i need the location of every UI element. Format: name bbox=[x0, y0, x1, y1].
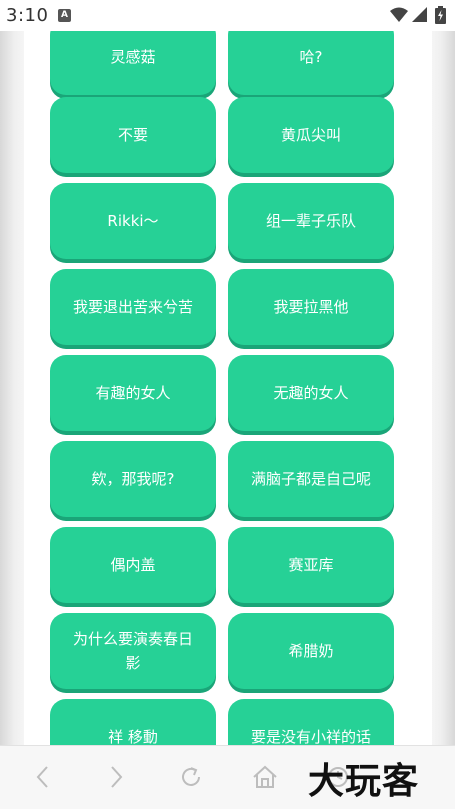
sound-button[interactable]: 希腊奶 bbox=[228, 613, 394, 689]
back-icon[interactable] bbox=[34, 765, 52, 789]
reload-icon[interactable] bbox=[179, 765, 203, 789]
sound-button[interactable]: 要是没有小祥的话 bbox=[228, 699, 394, 745]
sound-button[interactable]: 黄瓜尖叫 bbox=[228, 97, 394, 173]
browser-toolbar: 大玩客 bbox=[0, 745, 455, 809]
sound-button[interactable]: 无趣的女人 bbox=[228, 355, 394, 431]
sound-button[interactable]: 祥 移動 bbox=[50, 699, 216, 745]
sound-button-grid[interactable]: 灵感菇 哈? 不要 黄瓜尖叫 Rikki～ 组一辈子乐队 我要退出苦来兮苦 我要… bbox=[24, 31, 432, 745]
page-margin-left bbox=[0, 31, 24, 745]
sound-button[interactable]: 欸，那我呢? bbox=[50, 441, 216, 517]
status-bar: 3:10 A bbox=[0, 0, 455, 31]
sound-button[interactable]: 有趣的女人 bbox=[50, 355, 216, 431]
battery-charging-icon bbox=[435, 6, 446, 24]
sound-button[interactable]: 赛亚库 bbox=[228, 527, 394, 603]
watermark-logo: 大玩客 bbox=[308, 760, 420, 802]
sound-button[interactable]: 我要退出苦来兮苦 bbox=[50, 269, 216, 345]
sound-button[interactable]: 不要 bbox=[50, 97, 216, 173]
sound-button[interactable]: 灵感菇 bbox=[50, 31, 216, 95]
page-margin-right bbox=[432, 31, 455, 745]
sound-button[interactable]: 满脑子都是自己呢 bbox=[228, 441, 394, 517]
sound-button[interactable]: 我要拉黑他 bbox=[228, 269, 394, 345]
sound-button[interactable]: Rikki～ bbox=[50, 183, 216, 259]
home-icon[interactable] bbox=[252, 765, 278, 789]
signal-icon bbox=[412, 7, 427, 22]
notification-icon: A bbox=[58, 9, 71, 22]
wifi-icon bbox=[390, 7, 408, 22]
sound-button[interactable]: 哈? bbox=[228, 31, 394, 95]
sound-button[interactable]: 组一辈子乐队 bbox=[228, 183, 394, 259]
sound-button[interactable]: 为什么要演奏春日影 bbox=[50, 613, 216, 689]
clock: 3:10 bbox=[6, 5, 49, 26]
sound-button[interactable]: 偶内盖 bbox=[50, 527, 216, 603]
forward-icon[interactable] bbox=[107, 765, 125, 789]
